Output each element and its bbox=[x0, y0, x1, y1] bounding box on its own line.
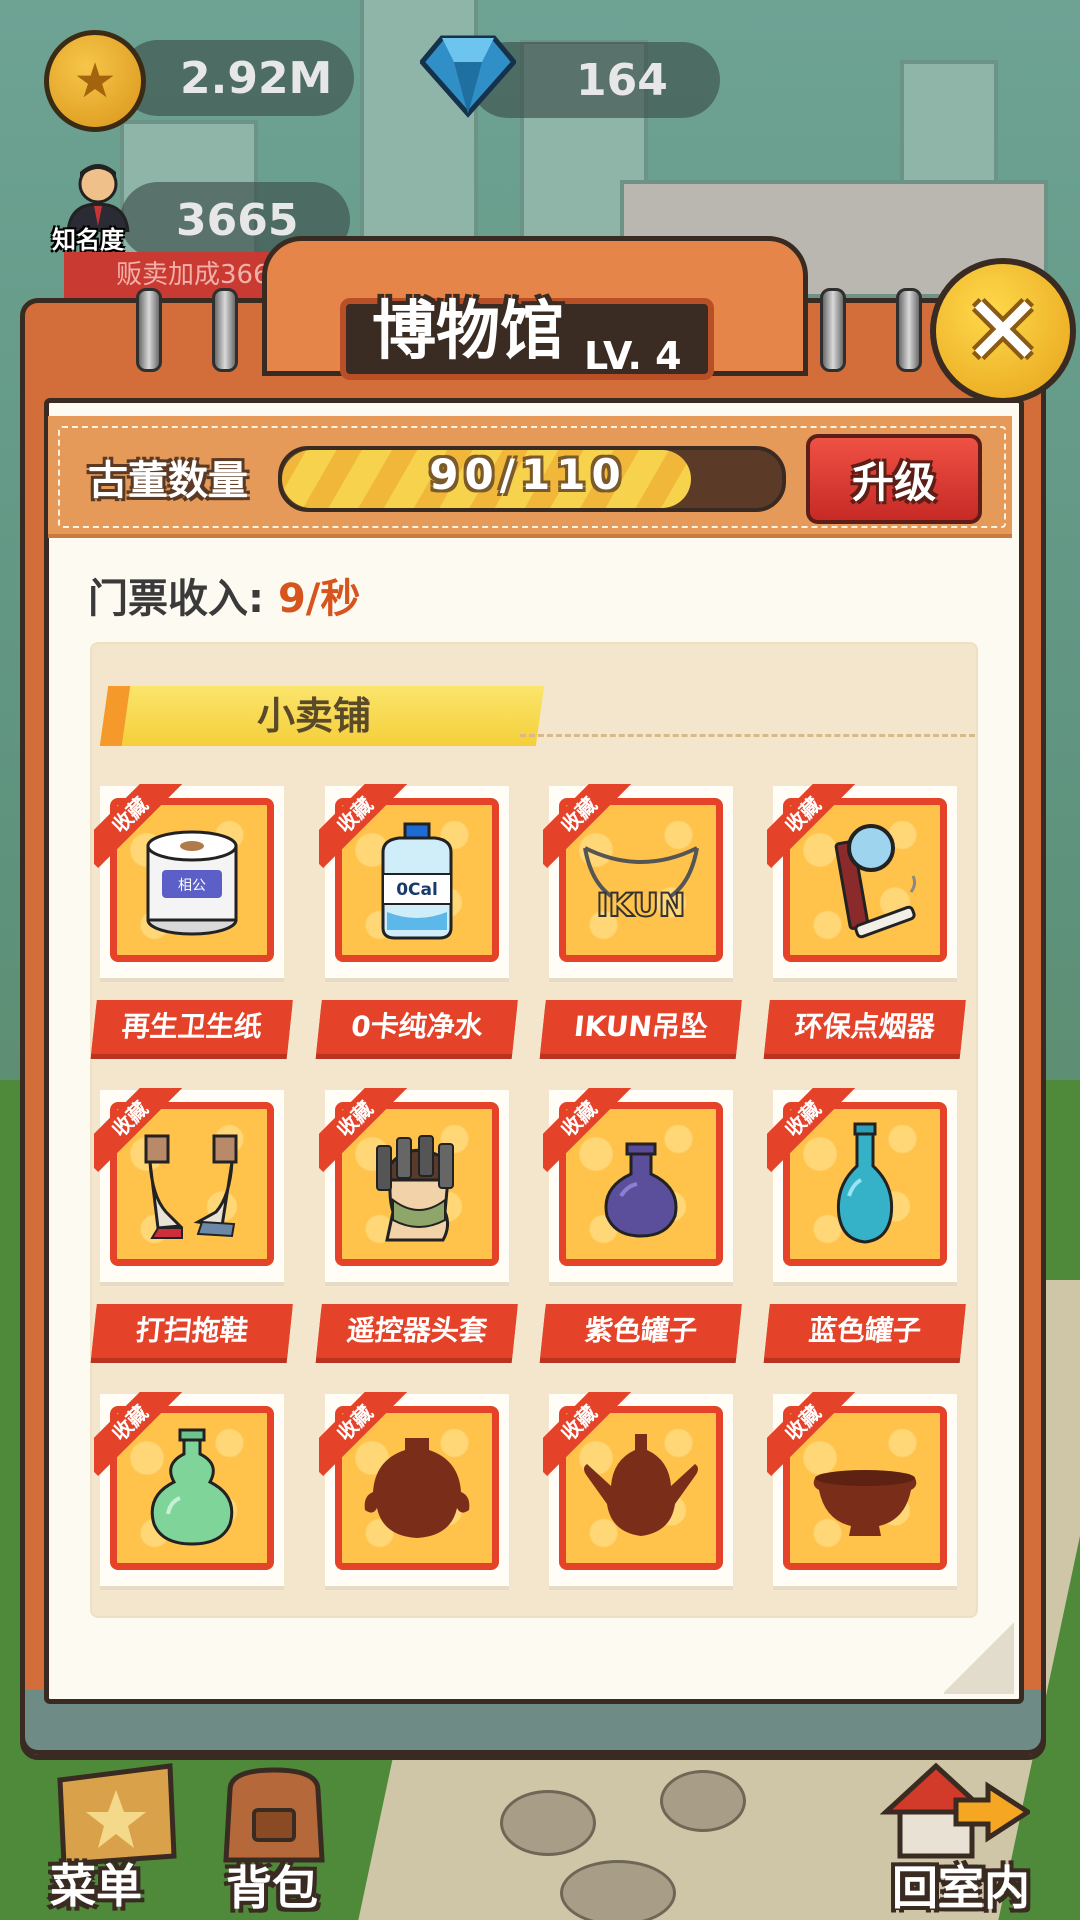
collection-item[interactable]: 收藏 bbox=[94, 1392, 284, 1648]
collection-item[interactable]: 收藏 遥控器头套 bbox=[316, 1088, 518, 1358]
close-button[interactable]: ✕ bbox=[930, 258, 1076, 404]
water-bottle-print: 0Cal bbox=[396, 880, 438, 900]
collect-ribbon: 收藏 bbox=[767, 1392, 855, 1480]
stone bbox=[660, 1770, 746, 1832]
item-name: 遥控器头套 bbox=[316, 1304, 518, 1358]
collect-ribbon: 收藏 bbox=[767, 784, 855, 872]
item-name: 蓝色罐子 bbox=[764, 1304, 966, 1358]
collection-item[interactable]: 收藏 环保点烟器 bbox=[764, 784, 966, 1054]
stone bbox=[500, 1790, 596, 1856]
collection-item[interactable]: 收藏 bbox=[767, 1392, 957, 1648]
upgrade-label: 升级 bbox=[851, 457, 936, 507]
binder-ring bbox=[896, 288, 922, 372]
necklace-print: IKUN bbox=[597, 886, 686, 924]
collection-item[interactable]: 收藏 紫色罐子 bbox=[540, 1088, 742, 1358]
binder-ring bbox=[212, 288, 238, 372]
item-name: 0卡纯净水 bbox=[316, 1000, 518, 1054]
stone bbox=[560, 1860, 676, 1920]
coin-counter: 2.92M bbox=[120, 40, 354, 116]
fame-label: 知名度 bbox=[52, 226, 124, 254]
panel-title: 博物馆 bbox=[372, 295, 564, 369]
item-name: 打扫拖鞋 bbox=[91, 1304, 293, 1358]
collect-ribbon: 收藏 bbox=[94, 1088, 182, 1176]
gem-value: 164 bbox=[576, 54, 668, 106]
coin-icon: ★ bbox=[44, 30, 146, 132]
coin-value: 2.92M bbox=[180, 52, 333, 104]
collect-ribbon: 收藏 bbox=[543, 1088, 631, 1176]
collect-ribbon: 收藏 bbox=[94, 1392, 182, 1480]
collection-item[interactable]: 收藏 bbox=[543, 1392, 733, 1648]
collection-item[interactable]: 收藏 蓝色罐子 bbox=[764, 1088, 966, 1358]
close-icon: ✕ bbox=[962, 275, 1044, 387]
bag-label[interactable]: 背包 bbox=[226, 1852, 318, 1918]
collection-item[interactable]: 收藏 打扫拖鞋 bbox=[91, 1088, 293, 1358]
item-name: 紫色罐子 bbox=[540, 1304, 742, 1358]
collect-ribbon: 收藏 bbox=[543, 784, 631, 872]
item-name: 环保点烟器 bbox=[764, 1000, 966, 1054]
museum-level: LV. 4 bbox=[584, 334, 682, 378]
ticket-label: 门票收入: bbox=[88, 576, 264, 622]
collect-ribbon: 收藏 bbox=[319, 784, 407, 872]
collect-ribbon: 收藏 bbox=[319, 1392, 407, 1480]
shelf-title: 小卖铺 bbox=[256, 694, 371, 738]
toilet-paper-print: 相公 bbox=[178, 878, 206, 894]
collection-item[interactable]: 收藏 bbox=[319, 1392, 509, 1648]
collection-item[interactable]: 相公 收藏 再生卫生纸 bbox=[91, 784, 293, 1054]
binder-ring bbox=[820, 288, 846, 372]
menu-label[interactable]: 菜单 bbox=[50, 1850, 142, 1916]
item-name: 再生卫生纸 bbox=[91, 1000, 293, 1054]
progress-text: 90/110 bbox=[429, 450, 627, 499]
antique-count-label: 古董数量 bbox=[88, 458, 248, 504]
item-name: IKUN吊坠 bbox=[540, 1000, 742, 1054]
binder-ring bbox=[136, 288, 162, 372]
collection-item[interactable]: 0Cal 收藏 0卡纯净水 bbox=[316, 784, 518, 1054]
diamond-icon bbox=[420, 35, 516, 118]
fame-value: 3665 bbox=[176, 194, 299, 246]
upgrade-button[interactable]: 升级 bbox=[806, 434, 982, 524]
ticket-value: 9/秒 bbox=[277, 576, 361, 622]
collect-ribbon: 收藏 bbox=[319, 1088, 407, 1176]
collect-ribbon: 收藏 bbox=[543, 1392, 631, 1480]
home-arrow-icon[interactable] bbox=[880, 1756, 1030, 1866]
collect-ribbon: 收藏 bbox=[767, 1088, 855, 1176]
collect-ribbon: 收藏 bbox=[94, 784, 182, 872]
home-label[interactable]: 回室内 bbox=[892, 1852, 1030, 1918]
ticket-income: 门票收入: 9/秒 bbox=[88, 566, 360, 624]
shelf-divider bbox=[520, 734, 975, 737]
collection-item[interactable]: IKUN 收藏 IKUN吊坠 bbox=[540, 784, 742, 1054]
